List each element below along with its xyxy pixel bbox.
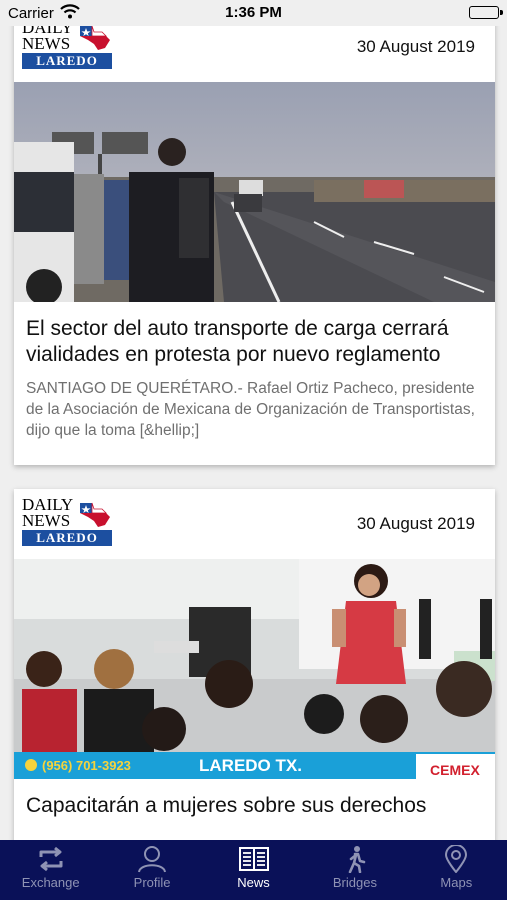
status-bar: Carrier 1:36 PM bbox=[0, 0, 507, 26]
maps-icon bbox=[445, 845, 468, 873]
battery-icon bbox=[469, 6, 503, 19]
article-title[interactable]: Capacitarán a mujeres sobre sus derechos bbox=[14, 779, 495, 819]
article-card[interactable]: DAILY NEWS LAREDO 30 August 2019 bbox=[14, 12, 495, 465]
daily-news-laredo-logo: DAILY NEWS LAREDO bbox=[22, 19, 114, 72]
article-date: 30 August 2019 bbox=[356, 514, 475, 533]
bridges-icon bbox=[348, 846, 366, 873]
texas-flag-icon bbox=[78, 499, 112, 534]
article-excerpt: SANTIAGO DE QUERÉTARO.- Rafael Ortiz Pac… bbox=[26, 380, 475, 439]
card-header: DAILY NEWS LAREDO 30 August 2019 bbox=[14, 489, 495, 559]
article-photo[interactable]: (956) 701-3923 LAREDO TX. CEMEX bbox=[14, 559, 495, 779]
exchange-icon bbox=[39, 846, 63, 872]
tab-bridges[interactable]: Bridges bbox=[304, 840, 405, 900]
tab-profile[interactable]: Profile bbox=[101, 840, 202, 900]
tab-label: Profile bbox=[133, 875, 171, 890]
tab-label: News bbox=[237, 875, 270, 890]
news-icon bbox=[238, 847, 269, 871]
banner-city: LAREDO TX. bbox=[199, 756, 302, 775]
daily-news-laredo-logo: DAILY NEWS LAREDO bbox=[22, 496, 114, 549]
news-feed[interactable]: DAILY NEWS LAREDO 30 August 2019 El sect… bbox=[14, 12, 495, 883]
tab-label: Exchange bbox=[21, 875, 80, 890]
article-title[interactable]: El sector del auto transporte de carga c… bbox=[14, 302, 495, 368]
tab-label: Bridges bbox=[332, 875, 377, 890]
tab-label: Maps bbox=[440, 875, 473, 890]
article-photo[interactable] bbox=[14, 82, 495, 302]
clock: 1:36 PM bbox=[225, 4, 282, 21]
banner-phone: (956) 701-3923 bbox=[42, 758, 131, 773]
article-date: 30 August 2019 bbox=[356, 37, 475, 56]
profile-icon bbox=[138, 846, 167, 873]
article-card[interactable]: DAILY NEWS LAREDO 30 August 2019 bbox=[14, 489, 495, 859]
banner-brand: CEMEX bbox=[430, 762, 480, 778]
tab-maps[interactable]: Maps bbox=[406, 840, 507, 900]
tab-exchange[interactable]: Exchange bbox=[0, 840, 101, 900]
tab-news[interactable]: News bbox=[203, 840, 304, 900]
texas-flag-icon bbox=[78, 22, 112, 57]
tab-bar: Exchange Profile News Bridges Maps bbox=[0, 840, 507, 900]
